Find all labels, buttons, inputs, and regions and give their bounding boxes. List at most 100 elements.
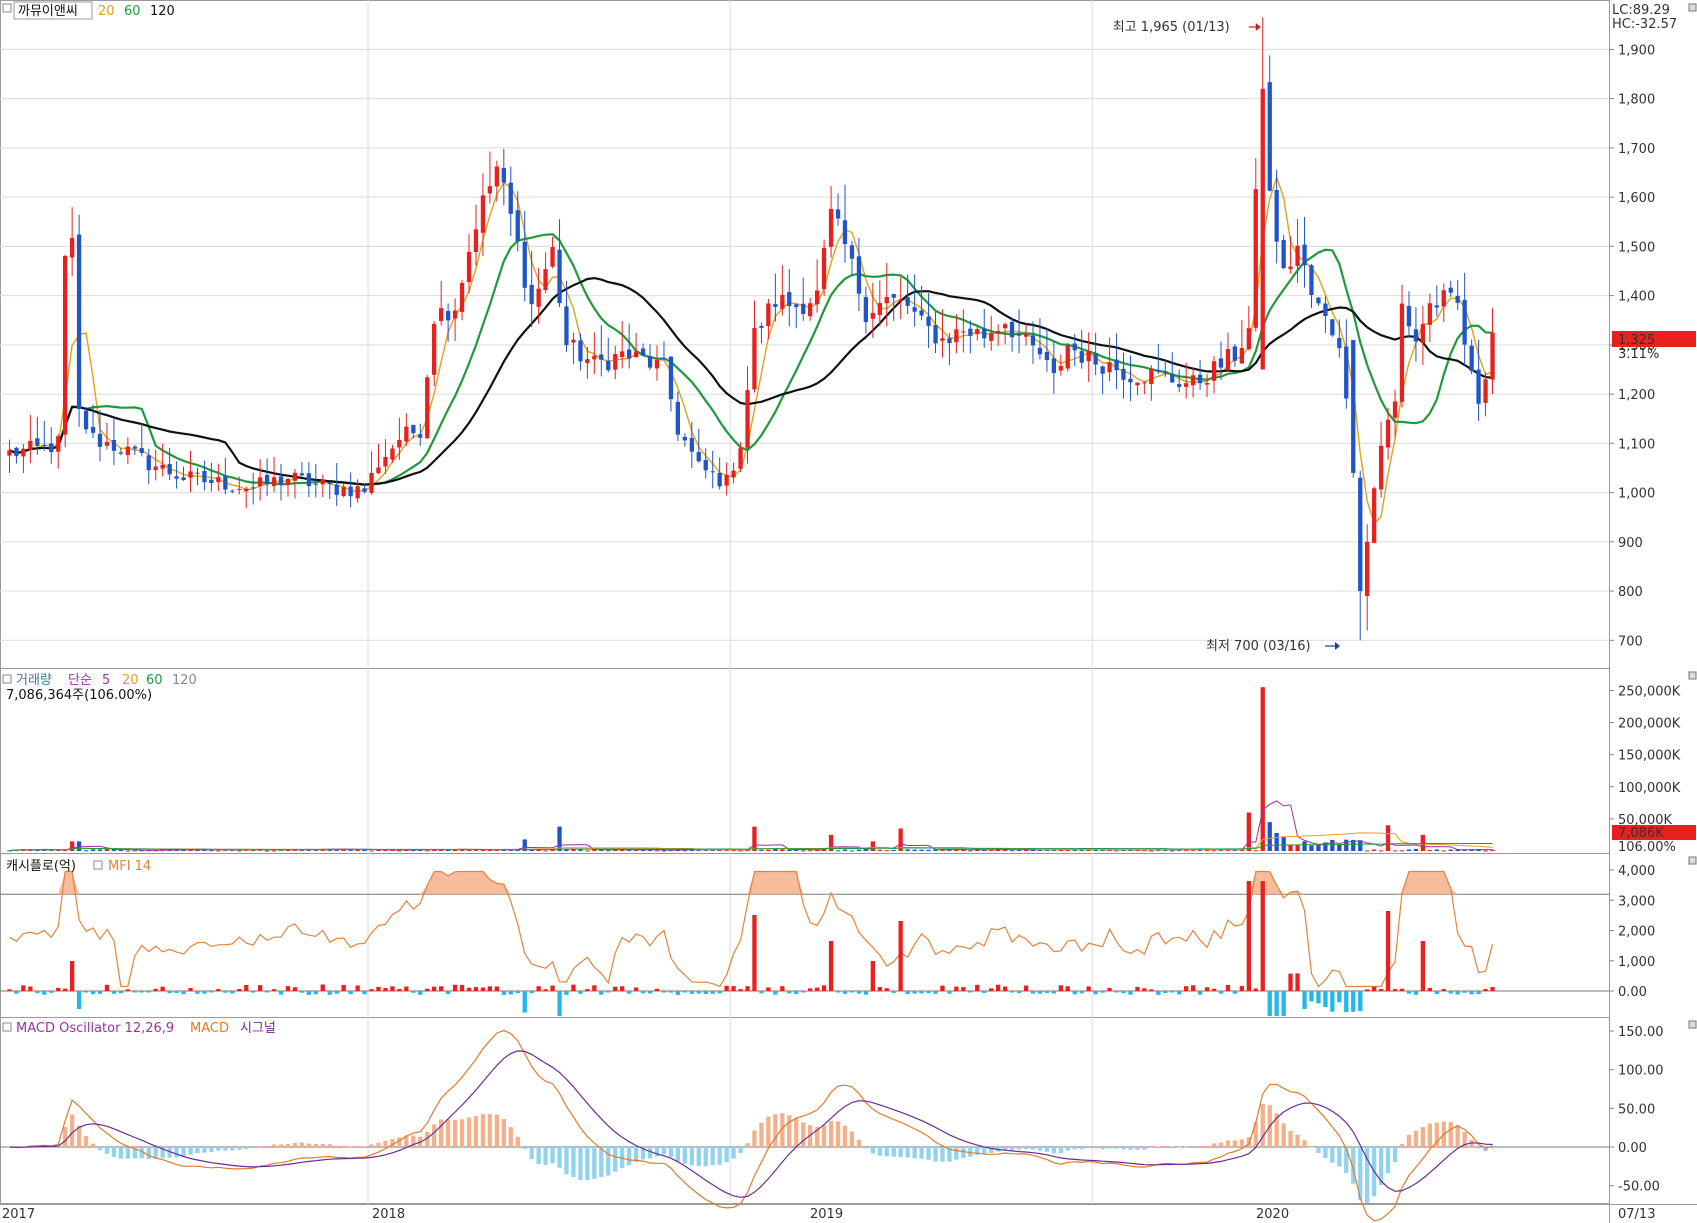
cash-bar [230, 991, 235, 994]
volume-bar [752, 826, 757, 851]
cash-bar [209, 991, 214, 993]
candle-body [564, 306, 569, 346]
cash-bar [334, 991, 339, 994]
current-volume-pct: 106.00% [1618, 840, 1676, 855]
candle-body [1142, 382, 1147, 384]
volume-bar [1281, 836, 1286, 851]
candle-body [1399, 303, 1405, 402]
macd-line-label: MACD [190, 1021, 229, 1036]
macd-oscillator-bar [1058, 1147, 1063, 1154]
macd-oscillator-bar [1030, 1147, 1036, 1150]
macd-collapse-icon[interactable] [2, 1022, 12, 1032]
candle-body [1281, 239, 1286, 268]
candle-body [773, 304, 778, 307]
price-panel-minimize-icon[interactable] [1688, 3, 1697, 12]
candle-body [1337, 338, 1342, 349]
macd-oscillator-bar [195, 1147, 200, 1154]
stock-chart[interactable]: 1,9001,8001,7001,6001,5001,4001,3001,200… [0, 0, 1697, 1223]
volume-bar [870, 841, 875, 851]
candle-body [933, 325, 938, 344]
macd-oscillator-bar [884, 1147, 889, 1157]
macd-oscillator-bar [898, 1147, 903, 1157]
cash-bar [104, 984, 110, 991]
volume-bar [759, 849, 764, 851]
candle-body [285, 478, 291, 485]
cash-bar [1163, 991, 1168, 993]
candle-body [724, 475, 729, 486]
volume-bar [132, 850, 137, 852]
candle-body [125, 446, 130, 456]
macd-oscillator-bar [1044, 1147, 1050, 1152]
macd-oscillator-bar [278, 1144, 284, 1147]
candle-body [1135, 382, 1140, 386]
macd-oscillator-bar [1455, 1124, 1460, 1147]
macd-oscillator-bar [703, 1147, 708, 1167]
candle-body [1003, 324, 1008, 329]
cash-bar [425, 988, 430, 991]
cash-bar [1093, 991, 1098, 995]
volume-collapse-icon[interactable] [2, 674, 12, 684]
cash-bar [571, 984, 576, 991]
cash-tick-label: 2,000 [1618, 925, 1655, 940]
candle-body [195, 472, 200, 474]
macd-oscillator-bar [654, 1147, 660, 1157]
candle-body [376, 467, 381, 474]
volume-tick-label: 150,000K [1618, 749, 1681, 764]
candle-body [480, 195, 486, 233]
cash-bar [341, 984, 346, 991]
stock-name: 까뮤이앤씨 [18, 4, 78, 19]
macd-oscillator-bar [821, 1124, 827, 1147]
cash-bar [56, 987, 61, 991]
macd-oscillator-bar [1163, 1146, 1168, 1147]
cash-bar [487, 986, 492, 991]
volume-bar [1246, 812, 1251, 851]
cash-collapse-icon[interactable] [93, 860, 103, 870]
cash-bar [292, 987, 298, 991]
macd-panel-minimize-icon[interactable] [1688, 1020, 1697, 1029]
collapse-toggle-icon[interactable] [2, 3, 12, 13]
cash-bar [1239, 985, 1244, 991]
cash-bar [299, 991, 305, 993]
volume-panel-minimize-icon[interactable] [1688, 671, 1697, 680]
candle-body [571, 339, 576, 343]
candle-body [1184, 383, 1189, 387]
cash-bar [320, 984, 325, 991]
candle-body [780, 294, 785, 309]
candle-body [1483, 379, 1488, 403]
macd-oscillator-bar [738, 1147, 743, 1154]
macd-oscillator-bar [717, 1147, 722, 1165]
volume-bar [780, 849, 785, 851]
volume-bar [654, 850, 660, 852]
candle-body [1455, 295, 1460, 303]
cash-bar [613, 986, 618, 991]
cash-bar [251, 991, 256, 993]
candle-body [1344, 346, 1349, 399]
candle-body [1121, 368, 1126, 380]
candle-body [550, 247, 555, 267]
cash-bar [1114, 991, 1119, 993]
price-tick-label: 1,100 [1618, 437, 1655, 452]
cash-bar [1023, 985, 1029, 991]
cash-panel-minimize-icon[interactable] [1688, 856, 1697, 865]
candle-body [940, 338, 945, 341]
candle-body [341, 487, 346, 497]
price-tick-label: 1,800 [1618, 93, 1655, 108]
candle-body [529, 284, 534, 305]
candle-body [181, 477, 186, 481]
macd-oscillator-bar [856, 1139, 862, 1147]
cash-bar [369, 989, 374, 991]
cash-bar [1337, 991, 1342, 1003]
volume-bar [1413, 848, 1419, 851]
volume-bar [585, 850, 590, 852]
cash-bar [432, 986, 437, 991]
volume-bar [738, 850, 743, 852]
cash-bar [620, 986, 625, 991]
cash-bar [459, 984, 465, 991]
cash-bar [1142, 988, 1147, 991]
macd-oscillator-bar [1156, 1146, 1161, 1148]
macd-oscillator-bar [501, 1119, 506, 1147]
macd-tick-label: 100.00 [1618, 1064, 1664, 1079]
cash-bar [63, 988, 68, 991]
macd-oscillator-bar [627, 1147, 632, 1166]
cash-bar [49, 991, 54, 993]
